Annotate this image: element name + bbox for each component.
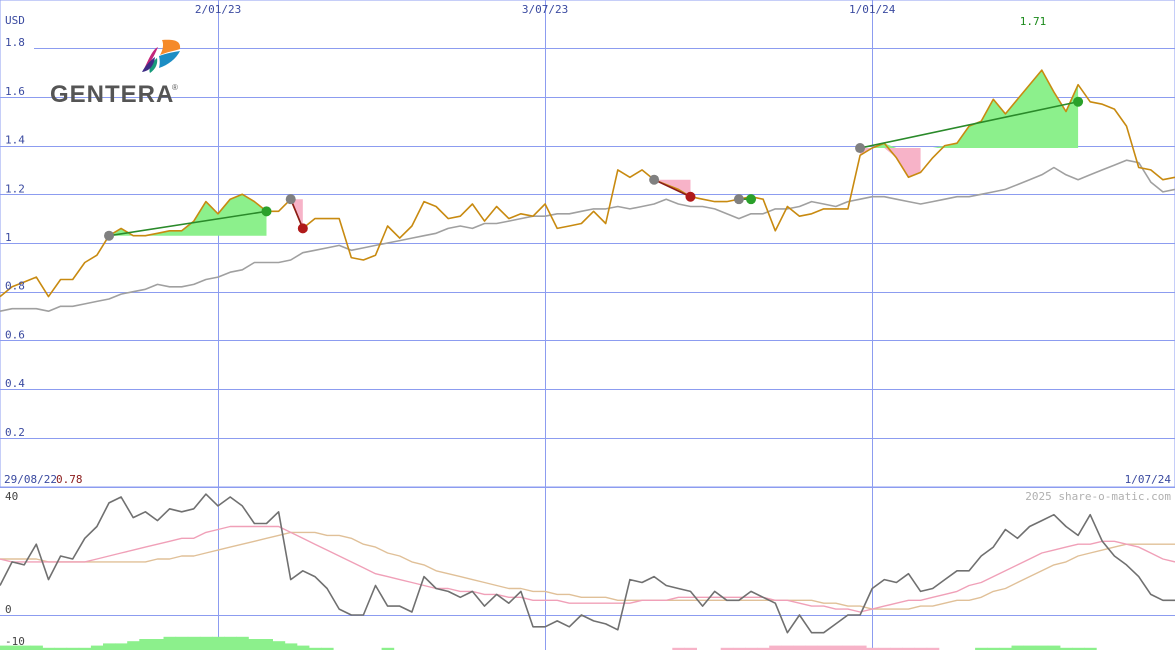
y-tick-label: 0.4 (5, 377, 25, 390)
histogram-loss-bar (829, 645, 843, 650)
trend-end-marker (261, 206, 272, 217)
histogram-gain-bar (224, 636, 237, 650)
trend-start-marker (733, 194, 744, 205)
oscillator-y-tick-label: -10 (5, 635, 25, 648)
trend-end-marker (746, 194, 757, 205)
main-grid (0, 0, 1175, 650)
histogram-gain-bar (236, 636, 249, 650)
slow-average-line (0, 531, 1175, 610)
end-date-label: 1/07/24 (1125, 473, 1172, 486)
histogram-gain-bar (127, 641, 140, 650)
histogram-gain-bar (284, 643, 298, 650)
chart-canvas: USD 1.8 1.6 1.4 1.2 1 0.8 0.6 0.4 0.2 2/01/23 3/07/… (0, 0, 1175, 650)
histogram-gain-bar (260, 639, 273, 650)
trend-end-marker (685, 191, 696, 202)
histogram-gain-bar (175, 636, 189, 650)
oscillator-y-tick-label: 40 (5, 490, 18, 503)
y-tick-label: 1.2 (5, 182, 25, 195)
oscillator-y-tick-label: 0 (5, 603, 12, 616)
histogram-gain-bar (199, 636, 213, 650)
histogram-gain-bar (139, 639, 152, 650)
histogram-gain-bar (103, 643, 116, 650)
y-tick-label: 1.4 (5, 134, 25, 147)
x-tick-label: 1/01/24 (849, 3, 896, 16)
histogram-gain-bar (30, 645, 43, 650)
histogram-loss-bar (817, 645, 831, 650)
oscillator-series (0, 493, 1175, 634)
histogram-gain-bar (115, 643, 128, 650)
histogram-loss-bar (805, 645, 819, 650)
oscillator-line (0, 493, 1175, 634)
histogram-gain-bar (1023, 645, 1037, 650)
histogram-loss-bar (841, 645, 855, 650)
y-tick-label: 1 (5, 231, 12, 244)
y-tick-label: 0.8 (5, 280, 25, 293)
histogram-gain-bar (1047, 645, 1061, 650)
oscillator-axis-labels: 40 0 -10 2025 share-o-matic.com (5, 490, 1171, 648)
oscillator-grid (0, 487, 1175, 616)
histogram-gain-bar (1035, 645, 1049, 650)
x-tick-label: 2/01/23 (195, 3, 241, 16)
logo-registered-mark: ® (172, 83, 178, 92)
histogram-loss-bar (793, 645, 806, 650)
trend-end-marker (1073, 96, 1084, 107)
histogram-gain-bar (272, 641, 286, 650)
histogram-gain-bar (296, 645, 310, 650)
y-tick-label: 0.2 (5, 426, 25, 439)
histogram-gain-bar (212, 636, 225, 650)
start-value-label: 0.78 (56, 473, 83, 486)
y-tick-label: 1.6 (5, 85, 25, 98)
histogram-gain-bar (90, 645, 104, 650)
trend-start-marker (104, 230, 115, 241)
histogram-gain-bar (163, 636, 177, 650)
main-panel: USD 1.8 1.6 1.4 1.2 1 0.8 0.6 0.4 0.2 2/01/23 3/07/… (0, 0, 1175, 650)
y-tick-label: 1.8 (5, 36, 25, 49)
currency-label: USD (5, 14, 25, 27)
logo-wordmark: GENTERA (50, 81, 174, 108)
histogram-gain-bar (151, 639, 164, 650)
y-tick-label: 0.6 (5, 328, 25, 341)
trend-end-marker (297, 223, 308, 234)
histogram-loss-bar (854, 645, 867, 650)
histogram-loss-bar (781, 645, 794, 650)
oscillator-histogram (0, 636, 1097, 650)
histogram-gain-bar (187, 636, 201, 650)
histogram-loss-bar (769, 645, 782, 650)
x-tick-label: 3/07/23 (522, 3, 568, 16)
trend-start-marker (285, 194, 296, 205)
high-value-label: 1.71 (1020, 15, 1047, 28)
trend-start-marker (855, 143, 866, 154)
trend-start-marker (649, 174, 660, 185)
histogram-gain-bar (248, 639, 261, 650)
oscillator-panel: 40 0 -10 2025 share-o-matic.com (0, 487, 1175, 650)
watermark-text: 2025 share-o-matic.com (1025, 490, 1171, 503)
start-date-label: 29/08/22 (4, 473, 57, 486)
histogram-gain-bar (1011, 645, 1025, 650)
